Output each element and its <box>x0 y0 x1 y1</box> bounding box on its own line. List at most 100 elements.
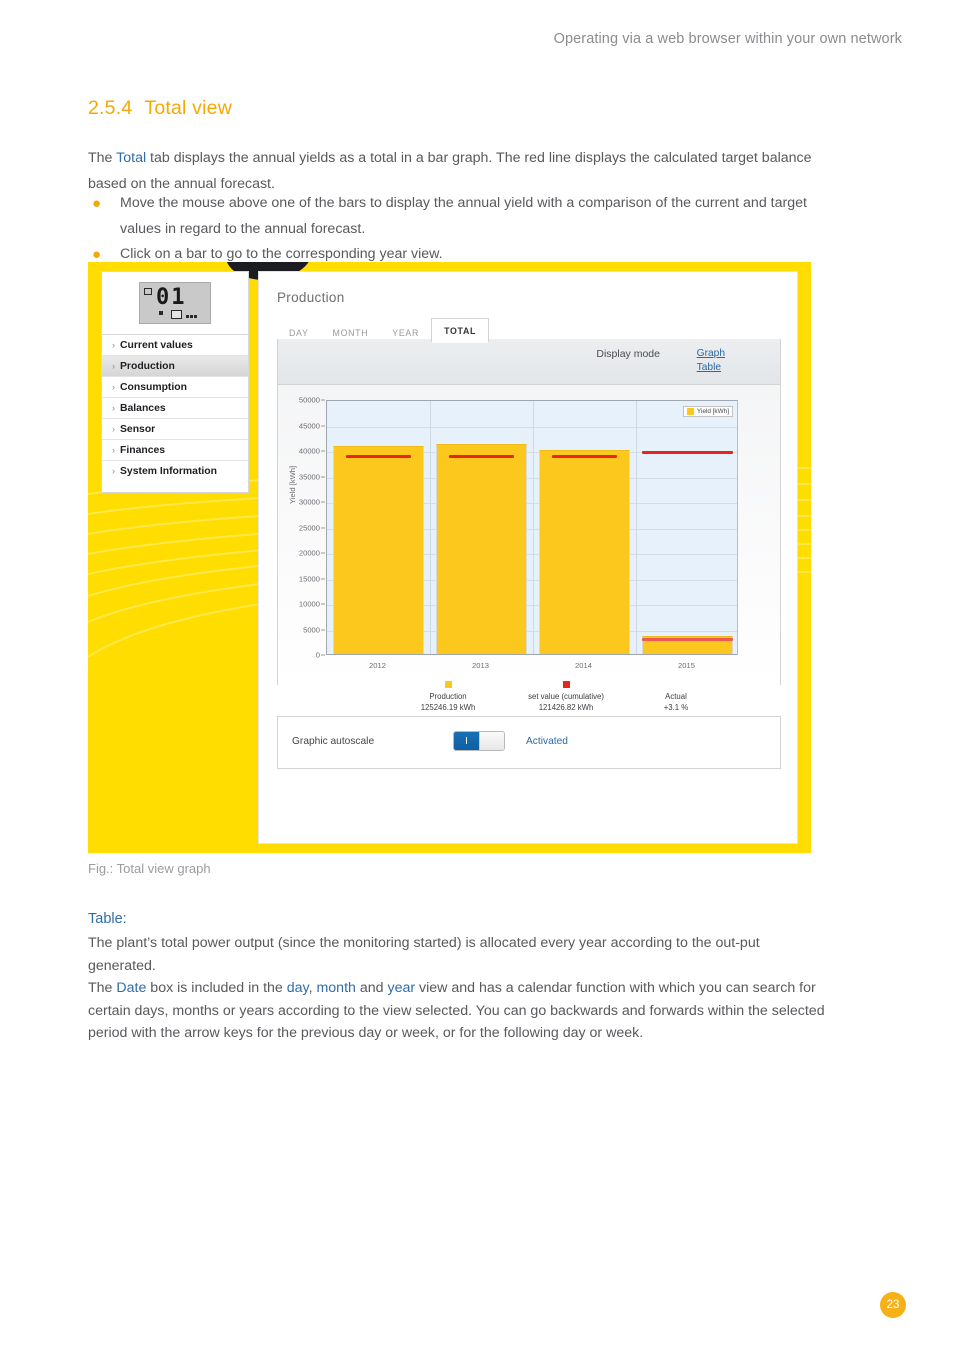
date-link[interactable]: Date <box>116 980 146 996</box>
sidebar-item-production[interactable]: › Production <box>102 356 248 377</box>
chart-bar[interactable] <box>436 444 527 654</box>
lcd-dot-icon <box>159 311 163 315</box>
list-item: ● Move the mouse above one of the bars t… <box>88 191 838 242</box>
y-tick-label: 45000 <box>298 421 320 430</box>
month-link[interactable]: month <box>316 980 355 996</box>
x-tick-label: 2015 <box>678 661 695 670</box>
year-link[interactable]: year <box>387 980 415 996</box>
y-tick-mark <box>321 629 325 630</box>
sidebar-item-system-information[interactable]: › System Information <box>102 461 248 482</box>
sidebar-item-sensor[interactable]: › Sensor <box>102 419 248 440</box>
sidebar-item-label: Sensor <box>120 423 156 435</box>
table-heading: Table: <box>88 911 127 927</box>
y-tick-mark <box>321 399 325 401</box>
chevron-right-icon: › <box>112 444 115 455</box>
sidebar-item-label: System Information <box>120 466 217 477</box>
legend-item-value: +3.1 % <box>663 703 689 712</box>
p2-d: and <box>355 980 388 996</box>
document-page: Operating via a web browser within your … <box>0 0 954 1350</box>
bullet-list: ● Move the mouse above one of the bars t… <box>88 191 838 268</box>
y-tick-mark <box>321 450 325 452</box>
legend-label: Yield [kWh] <box>696 408 729 415</box>
app-content-panel: Production DAY MONTH YEAR TOTAL Display … <box>258 271 798 844</box>
app-sidebar: 01 › Current values › Production › Consu… <box>101 271 249 493</box>
running-header: Operating via a web browser within your … <box>553 31 902 47</box>
vertical-gridline <box>636 401 637 654</box>
autoscale-label: Graphic autoscale <box>292 736 375 747</box>
legend-item-value: 121426.82 kWh <box>538 703 594 712</box>
sidebar-item-label: Finances <box>120 444 166 456</box>
sidebar-item-label: Consumption <box>120 381 187 393</box>
sidebar-item-current-values[interactable]: › Current values <box>102 335 248 356</box>
autoscale-row: Graphic autoscale I Activated <box>277 716 781 769</box>
legend-item-value: 125246.19 kWh <box>420 703 476 712</box>
chevron-right-icon: › <box>112 402 115 413</box>
legend-swatch-icon <box>562 681 570 688</box>
lcd-dots-icon <box>186 315 197 318</box>
y-tick-label: 50000 <box>298 395 320 405</box>
chart-panel: Yield [kWh] 0 5000 10000 15000 20000 25000 300… <box>277 385 781 712</box>
chevron-right-icon: › <box>112 466 115 476</box>
legend-item-name: Actual <box>665 692 687 701</box>
chevron-right-icon: › <box>112 339 115 350</box>
day-link[interactable]: day <box>287 980 309 996</box>
sidebar-nav-list: › Current values › Production › Consumpt… <box>102 334 248 482</box>
toggle-off-side <box>478 732 504 750</box>
sidebar-item-finances[interactable]: › Finances <box>102 440 248 461</box>
y-tick-label: 40000 <box>298 446 320 456</box>
section-number: 2.5.4 <box>88 97 133 119</box>
p2-b: box is included in the <box>146 980 287 996</box>
display-mode-label: Display mode <box>596 348 660 360</box>
legend-item: Production 125246.19 kWh <box>388 681 508 713</box>
autoscale-toggle[interactable]: I <box>453 731 505 751</box>
display-mode-table-link[interactable]: Table <box>697 362 725 373</box>
chevron-right-icon: › <box>112 360 115 371</box>
lcd-icon: 01 <box>139 282 211 324</box>
legend-item: set value (cumulative) 121426.82 kWh <box>506 681 626 713</box>
y-tick-mark <box>321 578 325 579</box>
display-mode-links: Graph Table <box>697 348 725 373</box>
y-tick-mark <box>321 654 325 656</box>
device-display: 01 <box>102 272 248 334</box>
display-mode-graph-link[interactable]: Graph <box>697 348 725 359</box>
y-tick-mark <box>321 501 325 503</box>
bullet-text: Move the mouse above one of the bars to … <box>120 195 807 237</box>
lcd-corner-icon <box>144 288 152 295</box>
x-tick-label: 2014 <box>575 661 592 670</box>
sidebar-item-label: Current values <box>120 339 193 351</box>
toggle-on-side: I <box>454 732 479 750</box>
target-line <box>345 455 412 459</box>
page-title: 2.5.4 Total view <box>88 97 232 120</box>
chart-legend: Yield [kWh] <box>682 406 733 417</box>
legend-item: Actual +3.1 % <box>616 681 736 713</box>
autoscale-state: Activated <box>526 736 568 747</box>
chart-bar[interactable] <box>539 449 630 654</box>
y-tick-label: 5000 <box>303 625 320 634</box>
table-body-text: The plant’s total power output (since th… <box>88 932 828 1045</box>
vertical-gridline <box>430 401 431 654</box>
x-axis-ticks: 2012 2013 2014 2015 <box>326 661 738 675</box>
y-tick-mark <box>321 552 325 554</box>
intro-text-a: The <box>88 150 117 166</box>
x-tick-label: 2012 <box>369 661 386 670</box>
y-tick-mark <box>321 476 325 477</box>
display-mode-bar: Display mode Graph Table <box>277 339 781 385</box>
intro-paragraph: The Total tab displays the annual yields… <box>88 146 830 197</box>
target-line <box>642 451 733 455</box>
chart-bar[interactable] <box>333 446 424 654</box>
legend-item-name: Production <box>429 692 467 701</box>
y-tick-label: 30000 <box>298 497 320 507</box>
legend-swatch-icon <box>673 681 680 688</box>
sidebar-item-consumption[interactable]: › Consumption <box>102 377 248 398</box>
legend-swatch-icon <box>686 408 694 415</box>
target-line <box>448 455 515 459</box>
y-tick-label: 15000 <box>298 574 320 583</box>
total-link[interactable]: Total <box>116 150 146 166</box>
sidebar-item-balances[interactable]: › Balances <box>102 398 248 419</box>
lcd-value: 01 <box>156 285 187 310</box>
y-tick-label: 10000 <box>298 599 320 609</box>
y-tick-label: 25000 <box>298 523 320 532</box>
target-line-actual <box>642 638 733 642</box>
tab-total[interactable]: TOTAL <box>431 318 490 343</box>
y-tick-label: 20000 <box>298 548 320 558</box>
